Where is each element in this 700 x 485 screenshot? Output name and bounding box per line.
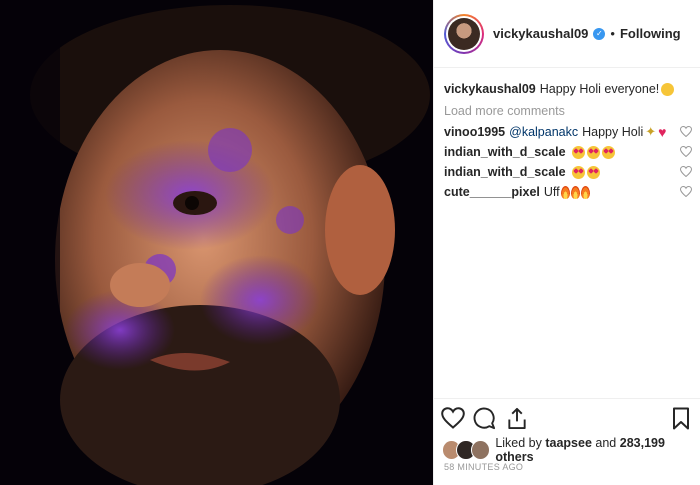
comment-list: vickykaushal09 Happy Holi everyone! Load… <box>434 68 700 202</box>
post-header: vickykaushal09 ✓ • Following <box>434 0 700 68</box>
like-comment-heart-icon[interactable] <box>680 166 692 177</box>
comment-username[interactable]: indian_with_d_scale <box>444 165 566 179</box>
comment-username[interactable]: cute______pixel <box>444 185 540 199</box>
caption-username[interactable]: vickykaushal09 <box>444 82 536 96</box>
fire-emoji-icon <box>580 185 590 199</box>
like-comment-heart-icon[interactable] <box>680 146 692 157</box>
fire-emoji-icon <box>570 185 580 199</box>
list-item: cute______pixel Uff <box>444 182 700 202</box>
avatar[interactable] <box>444 13 484 54</box>
avatar-inner <box>446 15 482 52</box>
header-separator: • <box>610 26 615 41</box>
heart-eyes-emoji-icon <box>586 165 600 179</box>
holi-portrait-image <box>0 0 433 485</box>
smiling-face-emoji-icon <box>661 82 675 96</box>
liker-username[interactable]: taapsee <box>545 436 592 450</box>
comment-username[interactable]: indian_with_d_scale <box>444 145 566 159</box>
party-popper-emoji-icon: ✦ <box>645 124 657 139</box>
likes-middle: and <box>595 436 617 450</box>
following-button[interactable]: Following <box>620 26 681 41</box>
post-photo[interactable] <box>0 0 433 485</box>
likes-summary: Liked by taapsee and 283,199 others <box>442 436 700 464</box>
heart-eyes-emoji-icon <box>586 145 600 159</box>
verified-badge-icon: ✓ <box>593 27 606 40</box>
save-bookmark-icon[interactable] <box>672 407 690 430</box>
caption-text: Happy Holi everyone! <box>539 82 660 96</box>
post-side-panel: vickykaushal09 ✓ • Following vickykausha… <box>433 0 700 485</box>
red-heart-emoji-icon: ♥ <box>658 124 667 140</box>
list-item: vinoo1995 @kalpanakc Happy Holi ✦ ♥ <box>444 122 700 142</box>
instagram-post: vickykaushal09 ✓ • Following vickykausha… <box>0 0 700 485</box>
load-more-comments-button[interactable]: Load more comments <box>444 100 700 122</box>
heart-eyes-emoji-icon <box>571 165 585 179</box>
post-timestamp[interactable]: 58 MINUTES AGO <box>444 462 523 472</box>
like-comment-heart-icon[interactable] <box>680 186 692 197</box>
liker-avatar[interactable] <box>470 440 491 460</box>
caption: vickykaushal09 Happy Holi everyone! <box>444 78 700 100</box>
avatar-image <box>448 17 480 50</box>
likes-prefix: Liked by <box>495 436 542 450</box>
comment-text: Happy Holi <box>582 125 644 139</box>
heart-eyes-emoji-icon <box>601 145 615 159</box>
header-username[interactable]: vickykaushal09 <box>493 26 588 41</box>
comment-mention[interactable]: @kalpanakc <box>509 125 578 139</box>
comment-username[interactable]: vinoo1995 <box>444 125 505 139</box>
fire-emoji-icon <box>560 185 570 199</box>
list-item: indian_with_d_scale <box>444 162 700 182</box>
comment-bubble-icon[interactable] <box>473 407 496 430</box>
comment-text: Uff <box>543 185 560 199</box>
share-upload-icon[interactable] <box>506 407 528 430</box>
like-heart-icon[interactable] <box>441 407 465 429</box>
heart-eyes-emoji-icon <box>571 145 585 159</box>
likes-text: Liked by taapsee and 283,199 others <box>495 436 700 464</box>
like-comment-heart-icon[interactable] <box>680 126 692 137</box>
action-bar <box>434 398 700 436</box>
list-item: indian_with_d_scale <box>444 142 700 162</box>
